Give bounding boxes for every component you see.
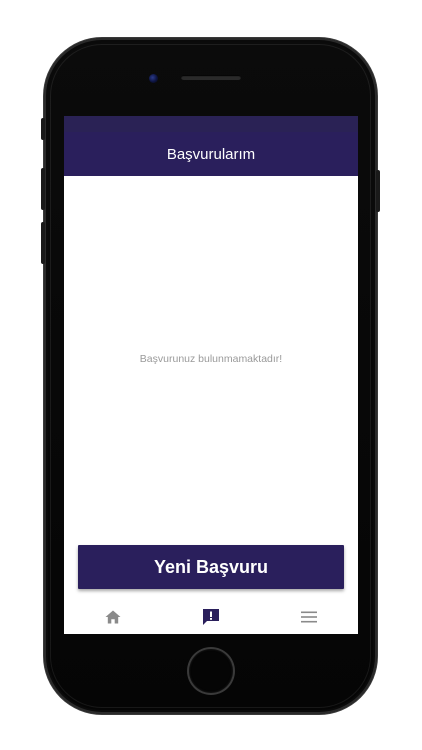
earpiece-speaker [181, 75, 241, 80]
alert-message-icon [203, 609, 219, 625]
tab-home[interactable] [64, 600, 162, 634]
app-screen: Başvurularım Başvurunuz bulunmamaktadır!… [64, 116, 358, 634]
bottom-tab-bar [64, 600, 358, 634]
volume-down-button [41, 222, 45, 264]
menu-icon [301, 611, 317, 623]
front-camera [149, 74, 158, 83]
tab-menu[interactable] [260, 600, 358, 634]
volume-up-button [41, 168, 45, 210]
empty-state-message: Başvurunuz bulunmamaktadır! [139, 353, 283, 365]
device-home-button [189, 649, 233, 693]
tab-applications[interactable] [162, 600, 260, 634]
page-title: Başvurularım [166, 145, 256, 163]
status-bar [64, 116, 358, 132]
new-application-button[interactable]: Yeni Başvuru [78, 545, 344, 589]
mute-switch [41, 118, 45, 140]
power-button [376, 170, 380, 212]
app-header: Başvurularım [64, 132, 358, 176]
home-icon [105, 610, 121, 624]
